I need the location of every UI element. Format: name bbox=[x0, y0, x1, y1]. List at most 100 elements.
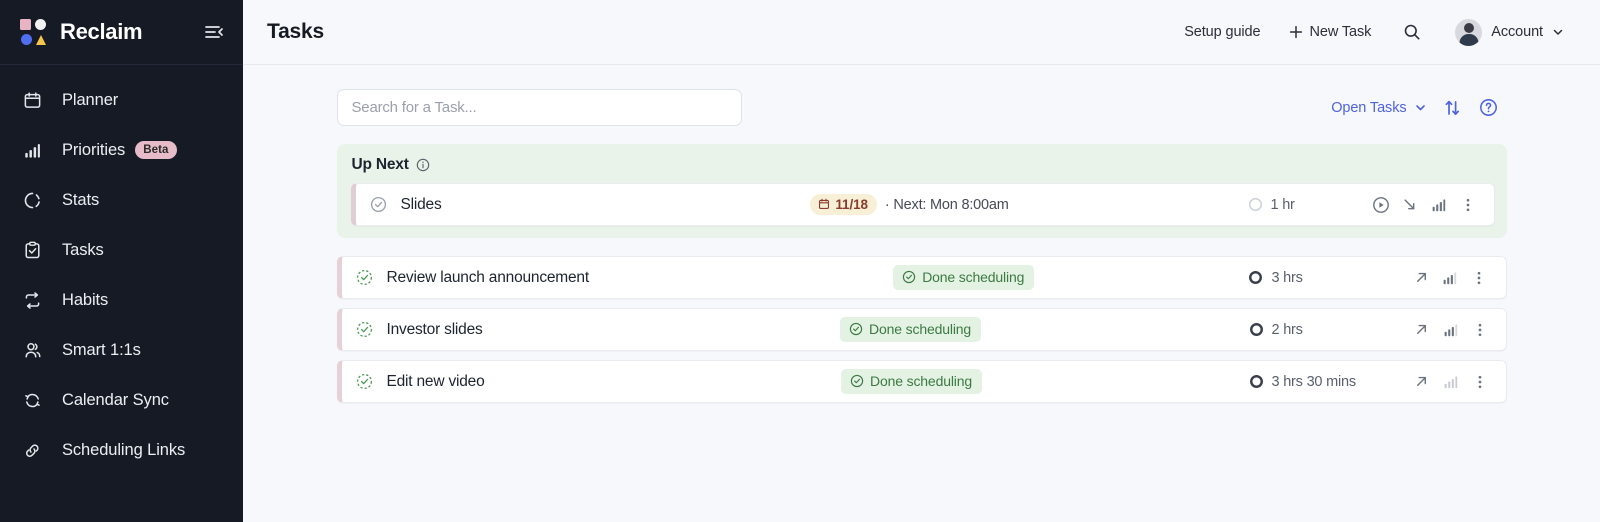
sidebar-item-stats[interactable]: Stats bbox=[0, 175, 243, 225]
sidebar-item-label: Priorities bbox=[62, 141, 125, 160]
help-circle-icon[interactable] bbox=[1470, 93, 1507, 122]
task-list: Review launch announcement Do bbox=[337, 256, 1507, 403]
up-next-task-title-group: Slides bbox=[370, 196, 442, 214]
sidebar-nav: Planner Priorities Beta bbox=[0, 65, 243, 475]
app-root: Reclaim Planner bbox=[0, 0, 1600, 522]
more-vertical-icon[interactable] bbox=[1467, 369, 1493, 395]
bar-chart-icon bbox=[22, 140, 42, 160]
table-row[interactable]: Review launch announcement Do bbox=[337, 256, 1507, 299]
task-duration-label: 1 hr bbox=[1271, 197, 1295, 213]
status-badge-label: Done scheduling bbox=[869, 321, 971, 337]
sidebar-item-scheduling-links[interactable]: Scheduling Links bbox=[0, 425, 243, 475]
task-status: Done scheduling bbox=[751, 369, 982, 394]
up-next-row-right: 1 hr bbox=[1248, 192, 1481, 218]
sync-icon bbox=[22, 390, 42, 410]
account-menu[interactable]: Account bbox=[1449, 15, 1570, 50]
sidebar-item-planner[interactable]: Planner bbox=[0, 75, 243, 125]
bar-chart-icon[interactable] bbox=[1438, 369, 1464, 395]
arrow-up-right-icon[interactable] bbox=[1409, 369, 1435, 395]
bar-chart-icon[interactable] bbox=[1438, 317, 1464, 343]
circle-outline-icon bbox=[1248, 197, 1263, 212]
task-duration: 3 hrs 30 mins bbox=[1249, 374, 1409, 390]
sidebar-item-tasks[interactable]: Tasks bbox=[0, 225, 243, 275]
up-next-header: Up Next bbox=[351, 156, 1495, 174]
table-row[interactable]: Edit new video Done schedulin bbox=[337, 360, 1507, 403]
setup-guide-link[interactable]: Setup guide bbox=[1174, 18, 1270, 46]
task-name: Investor slides bbox=[387, 321, 483, 339]
sidebar-item-label: Smart 1:1s bbox=[62, 341, 141, 360]
task-duration-label: 3 hrs bbox=[1271, 270, 1302, 286]
toolbar-right: Open Tasks bbox=[1323, 93, 1506, 122]
reclaim-logo-icon bbox=[20, 19, 46, 45]
calendar-icon bbox=[22, 90, 42, 110]
arrow-down-right-icon[interactable] bbox=[1397, 192, 1423, 218]
task-row-right: 3 hrs 30 mins bbox=[1249, 369, 1493, 395]
circle-check-dashed-icon[interactable] bbox=[356, 321, 374, 339]
sidebar-item-label: Scheduling Links bbox=[62, 441, 185, 460]
sidebar-item-label: Calendar Sync bbox=[62, 391, 169, 410]
task-duration-label: 3 hrs 30 mins bbox=[1272, 374, 1356, 390]
task-toolbar: Open Tasks bbox=[337, 89, 1507, 126]
row-actions bbox=[1368, 192, 1481, 218]
open-tasks-filter[interactable]: Open Tasks bbox=[1323, 95, 1434, 121]
up-next-section: Up Next bbox=[337, 144, 1507, 238]
new-task-button[interactable]: New Task bbox=[1279, 18, 1382, 46]
task-row-right: 2 hrs bbox=[1249, 317, 1493, 343]
content-area: Open Tasks bbox=[243, 65, 1600, 522]
task-row-right: 3 hrs bbox=[1248, 265, 1492, 291]
arrow-up-right-icon[interactable] bbox=[1408, 265, 1434, 291]
info-circle-icon[interactable] bbox=[416, 158, 430, 172]
sidebar-item-smart-1-1s[interactable]: Smart 1:1s bbox=[0, 325, 243, 375]
beta-badge: Beta bbox=[135, 141, 176, 159]
search-task-field[interactable] bbox=[337, 89, 742, 126]
search-input[interactable] bbox=[352, 99, 727, 116]
content-inner: Open Tasks bbox=[307, 89, 1537, 403]
status-badge: Done scheduling bbox=[841, 369, 982, 394]
plus-icon bbox=[1289, 25, 1303, 39]
people-icon bbox=[22, 340, 42, 360]
status-badge: Done scheduling bbox=[840, 317, 981, 342]
sidebar-item-label: Planner bbox=[62, 91, 118, 110]
topbar: Tasks Setup guide New Task bbox=[243, 0, 1600, 65]
sidebar-item-priorities[interactable]: Priorities Beta bbox=[0, 125, 243, 175]
task-title-group: Edit new video bbox=[356, 373, 485, 391]
play-circle-icon[interactable] bbox=[1368, 192, 1394, 218]
date-badge-label: 11/18 bbox=[835, 197, 868, 212]
status-badge-label: Done scheduling bbox=[922, 269, 1024, 285]
avatar-body-shape bbox=[1459, 34, 1478, 46]
collapse-sidebar-icon[interactable] bbox=[203, 21, 225, 43]
circle-filled-icon bbox=[1249, 374, 1264, 389]
clipboard-check-icon bbox=[22, 240, 42, 260]
status-badge-label: Done scheduling bbox=[870, 373, 972, 389]
user-avatar bbox=[1455, 19, 1482, 46]
circle-check-icon[interactable] bbox=[370, 196, 388, 214]
check-circle-icon bbox=[849, 322, 863, 336]
logo-triangle-shape bbox=[36, 35, 46, 45]
sidebar-item-label: Tasks bbox=[62, 241, 104, 260]
more-vertical-icon[interactable] bbox=[1467, 317, 1493, 343]
check-circle-icon bbox=[850, 374, 864, 388]
pie-chart-icon bbox=[22, 190, 42, 210]
bar-chart-icon[interactable] bbox=[1426, 192, 1452, 218]
bar-chart-icon[interactable] bbox=[1437, 265, 1463, 291]
task-duration-label: 2 hrs bbox=[1272, 322, 1303, 338]
new-task-label: New Task bbox=[1310, 24, 1372, 40]
circle-check-dashed-icon[interactable] bbox=[356, 269, 374, 287]
sidebar-item-calendar-sync[interactable]: Calendar Sync bbox=[0, 375, 243, 425]
arrow-up-right-icon[interactable] bbox=[1409, 317, 1435, 343]
task-name: Review launch announcement bbox=[387, 269, 589, 287]
more-vertical-icon[interactable] bbox=[1455, 192, 1481, 218]
sort-arrows-icon[interactable] bbox=[1435, 94, 1470, 122]
up-next-task-row[interactable]: Slides bbox=[351, 183, 1495, 226]
more-vertical-icon[interactable] bbox=[1466, 265, 1492, 291]
table-row[interactable]: Investor slides Done scheduli bbox=[337, 308, 1507, 351]
brand-name: Reclaim bbox=[60, 19, 142, 45]
circle-check-dashed-icon[interactable] bbox=[356, 373, 374, 391]
task-status: Done scheduling bbox=[750, 317, 981, 342]
task-duration: 2 hrs bbox=[1249, 322, 1409, 338]
task-name: Edit new video bbox=[387, 373, 485, 391]
date-badge[interactable]: 11/18 bbox=[810, 194, 877, 215]
row-actions bbox=[1408, 265, 1492, 291]
sidebar-item-habits[interactable]: Habits bbox=[0, 275, 243, 325]
search-icon[interactable] bbox=[1393, 17, 1431, 47]
